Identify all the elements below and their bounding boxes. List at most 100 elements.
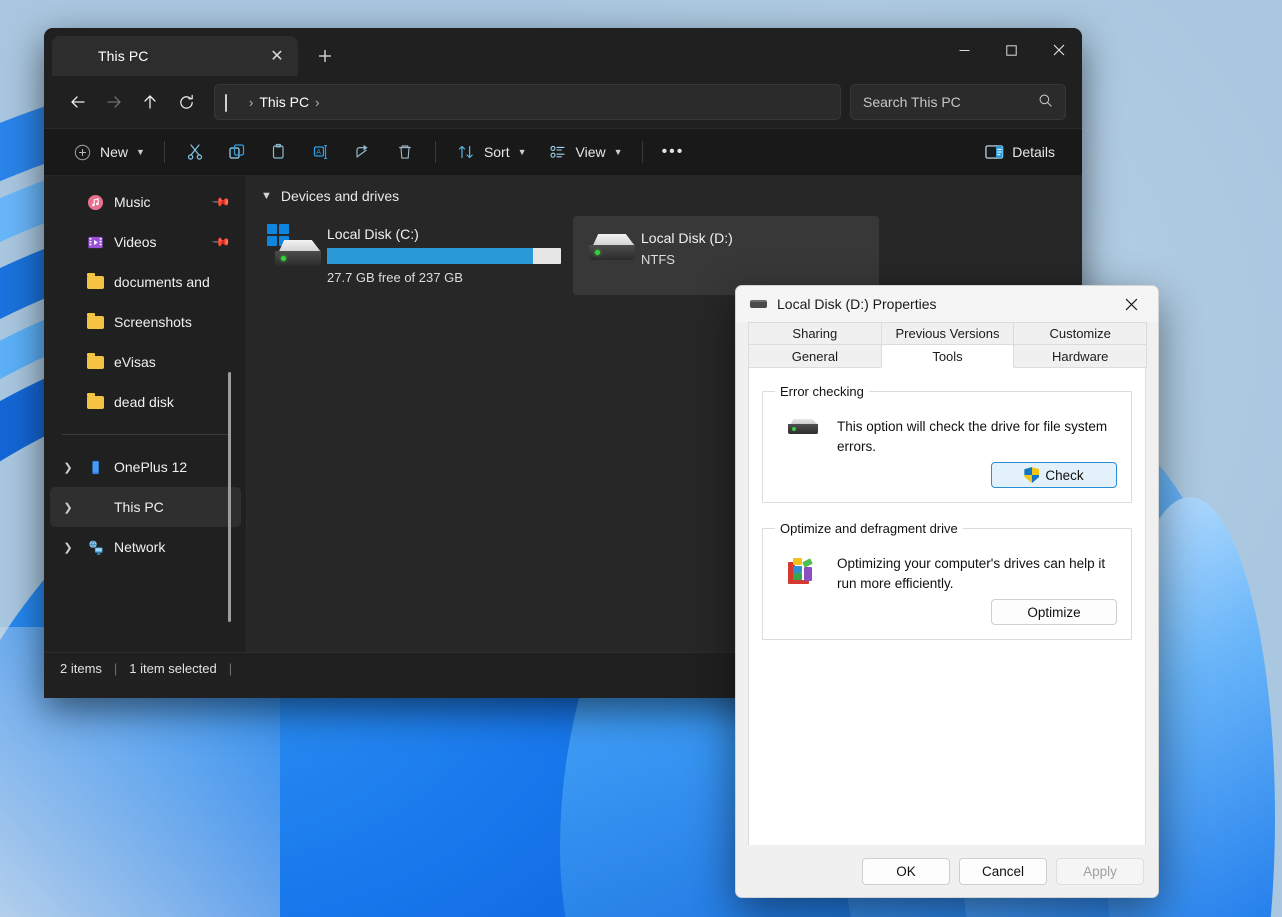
breadcrumb-separator-2[interactable]: › (315, 95, 319, 110)
tab-this-pc[interactable]: This PC ✕ (52, 36, 298, 76)
error-checking-group: Error checking This option will check th… (762, 384, 1132, 504)
group-collapse-chevron-icon[interactable]: ▼ (261, 190, 272, 202)
rename-button[interactable]: A (301, 135, 341, 169)
trash-icon (394, 143, 416, 161)
error-checking-legend: Error checking (780, 384, 864, 399)
tools-tab-page: Error checking This option will check th… (748, 368, 1146, 852)
folder-icon (86, 392, 104, 411)
dialog-close-button[interactable] (1110, 287, 1152, 321)
sidebar-item-videos[interactable]: Videos 📌 (50, 222, 241, 262)
ok-button-label: OK (896, 863, 916, 879)
chevron-down-icon: ▼ (517, 147, 527, 157)
back-button[interactable] (60, 85, 96, 119)
sidebar-item-screenshots[interactable]: Screenshots (50, 302, 241, 342)
sidebar-item-this-pc[interactable]: ❯ This PC (50, 487, 241, 527)
selection-count: 1 item selected (129, 661, 217, 676)
plus-circle-icon (71, 144, 93, 161)
sidebar-scrollbar[interactable] (228, 372, 231, 622)
paste-icon (268, 143, 290, 161)
folder-icon (86, 312, 104, 331)
sidebar-item-oneplus-12[interactable]: ❯ OnePlus 12 (50, 447, 241, 487)
apply-button[interactable]: Apply (1056, 857, 1144, 885)
new-button[interactable]: New ▼ (62, 135, 154, 169)
view-button[interactable]: View ▼ (538, 135, 632, 169)
expander-chevron-icon[interactable]: ❯ (60, 541, 76, 554)
more-options-button[interactable]: ••• (653, 135, 694, 169)
group-label: Devices and drives (280, 188, 400, 204)
dialog-title-bar: Local Disk (D:) Properties (736, 286, 1158, 322)
sidebar-label: eVisas (114, 354, 156, 370)
delete-button[interactable] (385, 135, 425, 169)
command-toolbar: New ▼ A Sort ▼ View ▼ ••• Details (44, 128, 1082, 176)
tab-sharing[interactable]: Sharing (748, 322, 882, 345)
expander-chevron-icon[interactable]: ❯ (60, 501, 76, 514)
hard-drive-icon (581, 224, 637, 270)
sidebar-item-music[interactable]: Music 📌 (50, 182, 241, 222)
sidebar-item-dead-disk[interactable]: dead disk (50, 382, 241, 422)
close-tab-icon[interactable]: ✕ (262, 42, 292, 70)
new-tab-icon[interactable] (310, 42, 340, 70)
minimize-button[interactable] (941, 28, 988, 72)
maximize-button[interactable] (988, 28, 1035, 72)
tab-strip: This PC ✕ (44, 36, 340, 76)
copy-button[interactable] (217, 135, 257, 169)
drive-item-local-disk-d[interactable]: Local Disk (D:) NTFS (573, 216, 879, 295)
drive-name: Local Disk (C:) (327, 226, 419, 242)
refresh-button[interactable] (168, 85, 204, 119)
navigation-pane: Music 📌 Videos 📌 documents and Screensho… (44, 176, 247, 652)
sort-icon (455, 143, 477, 161)
window-controls (941, 28, 1082, 72)
cut-button[interactable] (175, 135, 215, 169)
forward-button[interactable] (96, 85, 132, 119)
sort-button[interactable]: Sort ▼ (446, 135, 536, 169)
ok-button[interactable]: OK (862, 857, 950, 885)
drive-usage-bar (327, 248, 561, 264)
details-pane-button[interactable]: Details (974, 135, 1064, 169)
toolbar-divider-3 (641, 141, 643, 163)
sidebar-item-evisas[interactable]: eVisas (50, 342, 241, 382)
view-icon (547, 143, 569, 161)
cancel-button-label: Cancel (981, 863, 1025, 879)
tab-general[interactable]: General (748, 345, 882, 368)
devices-and-drives-group-header[interactable]: ▼ Devices and drives (261, 188, 1082, 204)
close-button[interactable] (1035, 28, 1082, 72)
dialog-tab-row-2: General Tools Hardware (748, 345, 1148, 368)
dialog-title: Local Disk (D:) Properties (777, 296, 937, 312)
tab-hardware[interactable]: Hardware (1013, 345, 1148, 368)
phone-icon (86, 458, 104, 476)
navigation-bar: › This PC › Search This PC (44, 76, 1082, 128)
dialog-footer: OK Cancel Apply (736, 845, 1158, 897)
expander-chevron-icon[interactable]: ❯ (60, 461, 76, 474)
item-count: 2 items (60, 661, 102, 676)
optimize-button[interactable]: Optimize (991, 599, 1117, 626)
tab-tools[interactable]: Tools (880, 345, 1015, 368)
sidebar-item-network[interactable]: ❯ Network (50, 527, 241, 567)
cancel-button[interactable]: Cancel (959, 857, 1047, 885)
breadcrumb-this-pc[interactable]: This PC (259, 94, 309, 110)
up-button[interactable] (132, 85, 168, 119)
sidebar-divider (62, 434, 231, 435)
scissors-icon (184, 143, 206, 161)
paste-button[interactable] (259, 135, 299, 169)
view-button-label: View (575, 144, 606, 160)
dialog-tabs: Sharing Previous Versions Customize Gene… (736, 322, 1158, 368)
copy-icon (226, 143, 248, 161)
address-bar[interactable]: › This PC › (214, 84, 841, 120)
check-button[interactable]: Check (991, 462, 1117, 489)
details-pane-icon (983, 144, 1005, 160)
search-input[interactable]: Search This PC (850, 84, 1066, 120)
error-checking-description: This option will check the drive for fil… (837, 419, 1108, 454)
hard-drive-icon (783, 415, 823, 456)
drive-item-local-disk-c[interactable]: Local Disk (C:) 27.7 GB free of 237 GB (259, 216, 565, 295)
sidebar-item-documents-and[interactable]: documents and (50, 262, 241, 302)
sort-button-label: Sort (483, 144, 510, 160)
drive-usage-fill (327, 248, 533, 264)
share-button[interactable] (343, 135, 383, 169)
tab-label: This PC (98, 48, 149, 64)
drive-free-space: 27.7 GB free of 237 GB (327, 270, 463, 285)
sidebar-label: Videos (114, 234, 157, 250)
sidebar-label: OnePlus 12 (114, 459, 188, 475)
tab-customize[interactable]: Customize (1013, 322, 1148, 345)
drive-name: Local Disk (D:) (641, 230, 733, 246)
tab-previous-versions[interactable]: Previous Versions (880, 322, 1015, 345)
